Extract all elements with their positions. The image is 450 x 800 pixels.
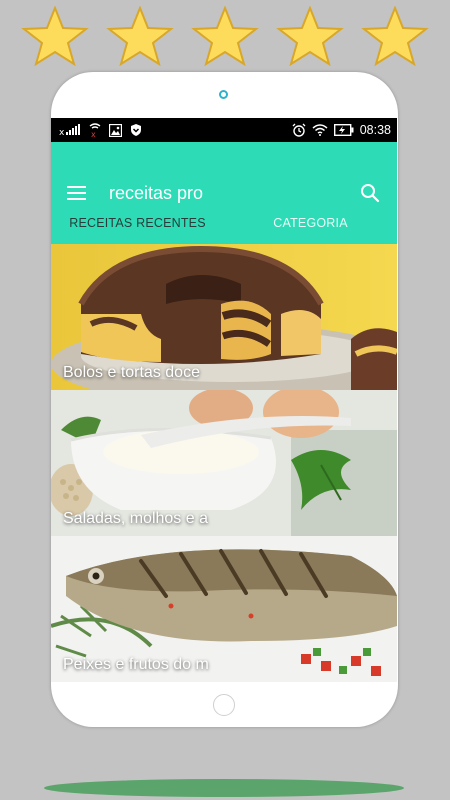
wifi-signal-icon [312,124,328,136]
search-icon[interactable] [359,182,381,204]
alarm-icon [292,123,306,137]
signal-off-icon: x [59,124,80,136]
recipe-card-saladas[interactable]: Saladas, molhos e a [51,390,397,536]
shield-icon [131,124,141,136]
status-clock: 08:38 [359,123,391,137]
phone-shadow [44,779,404,797]
app-screen: x x 08:38 receitas pro RECEITAS RECENTES… [51,118,397,683]
tab-receitas-recentes[interactable]: RECEITAS RECENTES [51,208,224,244]
recipe-list: Bolos e tortas doce Saladas, molhos e a [51,244,397,682]
tab-bar: RECEITAS RECENTES CATEGORIA [51,208,397,244]
rating-stars [0,6,450,66]
wifi-icon: x [89,123,101,137]
tab-categoria[interactable]: CATEGORIA [224,208,397,244]
recipe-card-label: Bolos e tortas doce [63,364,200,381]
menu-icon[interactable] [67,184,89,202]
svg-text:x: x [59,128,65,136]
svg-text:x: x [91,130,96,137]
image-icon [109,123,122,137]
star-icon [21,6,89,66]
status-bar: x x 08:38 [51,118,397,142]
recipe-card-peixes[interactable]: Peixes e frutos do m [51,536,397,682]
star-icon [276,6,344,66]
star-icon [361,6,429,66]
battery-charging-icon [333,124,354,136]
star-icon [191,6,259,66]
app-title: receitas pro [109,183,204,203]
recipe-card-label: Saladas, molhos e a [63,510,208,527]
recipe-card-label: Peixes e frutos do m [63,656,209,673]
home-button[interactable] [213,694,235,716]
front-camera [219,90,228,99]
app-bar: receitas pro RECEITAS RECENTES CATEGORIA [51,142,397,244]
star-icon [106,6,174,66]
recipe-card-bolos[interactable]: Bolos e tortas doce [51,244,397,390]
